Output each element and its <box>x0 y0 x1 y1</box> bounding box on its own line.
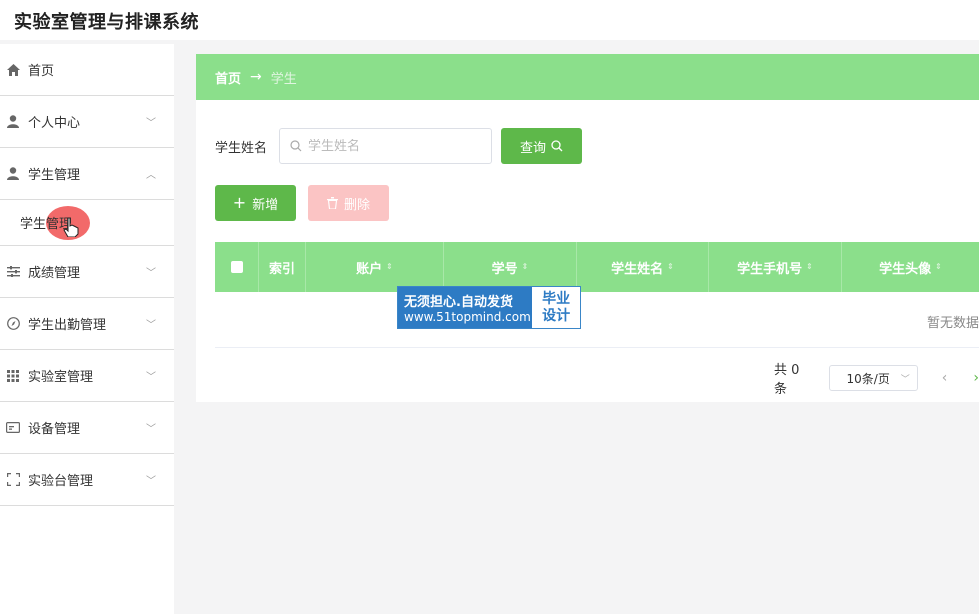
breadcrumb: 首页 → 学生 <box>196 54 979 100</box>
chevron-down-icon: ﹀ <box>146 118 156 129</box>
sidebar-item-label: 实验室管理 <box>28 370 94 385</box>
sidebar-item-home[interactable]: 首页 <box>0 44 174 96</box>
sidebar-item-label: 学生出勤管理 <box>28 318 107 333</box>
sidebar-item-workbench-management[interactable]: 实验台管理 ﹀ <box>0 454 174 506</box>
pagination: 共 0 条 10条/页 ﹀ ‹ › <box>774 359 979 397</box>
search-label: 学生姓名 <box>215 140 268 156</box>
sort-icon[interactable]: ⇕ <box>386 263 393 271</box>
grid-icon <box>6 369 20 383</box>
sidebar-item-equipment-management[interactable]: 设备管理 ﹀ <box>0 402 174 454</box>
search-box[interactable] <box>279 128 493 164</box>
column-header[interactable]: 学号 ⇕ <box>444 242 577 292</box>
sort-icon[interactable]: ⇕ <box>522 263 529 271</box>
watermark-right1: 毕业 <box>542 290 571 307</box>
sidebar-item-label: 首页 <box>28 64 55 79</box>
column-header[interactable]: 账户 ⇕ <box>306 242 444 292</box>
column-header: 索引 <box>259 242 306 292</box>
watermark-line1: 无须担心.自动发货 <box>404 295 513 310</box>
card-icon <box>6 421 20 435</box>
add-button-label: 新增 <box>252 197 279 213</box>
chevron-up-icon: ︿ <box>146 170 156 181</box>
select-all-cell[interactable] <box>215 242 259 292</box>
hand-cursor-icon <box>63 217 79 238</box>
sidebar-subitem-student-management[interactable]: 学生管理 <box>0 200 174 246</box>
search-icon <box>290 140 302 152</box>
compass-icon <box>6 317 20 331</box>
sidebar-item-attendance-management[interactable]: 学生出勤管理 ﹀ <box>0 298 174 350</box>
frame-icon <box>6 473 20 487</box>
search-button[interactable]: 查询 <box>501 128 583 164</box>
chevron-down-icon: ﹀ <box>146 424 156 435</box>
chevron-down-icon: ﹀ <box>146 320 156 331</box>
total-count: 共 0 条 <box>774 363 800 397</box>
trash-icon <box>326 197 338 209</box>
plus-icon: + <box>232 193 247 212</box>
page-size-value: 10条/页 <box>846 371 890 386</box>
chevron-down-icon: ﹀ <box>146 476 156 487</box>
user-icon <box>6 115 20 129</box>
sort-icon[interactable]: ⇕ <box>667 263 674 271</box>
column-header[interactable]: 学生姓名 ⇕ <box>577 242 709 292</box>
sliders-icon <box>6 265 20 279</box>
sort-icon[interactable]: ⇕ <box>806 263 813 271</box>
user-icon <box>6 167 20 181</box>
chevron-down-icon: ﹀ <box>900 375 910 385</box>
select-all-checkbox[interactable] <box>230 261 243 273</box>
sidebar-item-grade-management[interactable]: 成绩管理 ﹀ <box>0 246 174 298</box>
prev-page-icon[interactable]: ‹ <box>942 370 948 386</box>
watermark-line2: www.51topmind.com <box>404 310 531 324</box>
app-title: 实验室管理与排课系统 <box>14 12 199 33</box>
sidebar-item-personal-center[interactable]: 个人中心 ﹀ <box>0 96 174 148</box>
breadcrumb-home[interactable]: 首页 <box>215 68 241 87</box>
student-name-input[interactable] <box>308 138 479 154</box>
add-button[interactable]: + 新增 <box>215 185 296 221</box>
table-empty-row: 暂无数据 <box>215 292 979 348</box>
home-icon <box>6 63 20 77</box>
sidebar-item-student-management[interactable]: 学生管理 ︿ <box>0 148 174 200</box>
search-button-label: 查询 <box>520 140 547 156</box>
column-header[interactable]: 学生头像 ⇕ <box>842 242 979 292</box>
chevron-down-icon: ﹀ <box>146 268 156 279</box>
sidebar-item-label: 学生管理 <box>28 168 81 183</box>
page-size-select[interactable]: 10条/页 ﹀ <box>828 365 918 391</box>
delete-button[interactable]: 删除 <box>308 185 389 221</box>
column-header[interactable]: 学生手机号 ⇕ <box>709 242 842 292</box>
main-panel: 首页 → 学生 学生姓名 查询 + 新增 删除 索引 账户⇕ 学号⇕ 学生姓名 <box>196 54 979 402</box>
watermark-right2: 设计 <box>542 307 571 324</box>
sidebar-item-label: 实验台管理 <box>28 474 94 489</box>
top-bar: 实验室管理与排课系统 <box>0 0 979 40</box>
empty-text: 暂无数据 <box>926 316 979 331</box>
delete-button-label: 删除 <box>343 197 370 213</box>
next-page-icon[interactable]: › <box>973 370 979 386</box>
sidebar-item-label: 设备管理 <box>28 422 81 437</box>
watermark: 无须担心.自动发货 www.51topmind.com 毕业 设计 <box>397 286 581 329</box>
breadcrumb-current: 学生 <box>270 71 297 87</box>
sort-icon[interactable]: ⇕ <box>935 263 942 271</box>
sidebar-item-label: 成绩管理 <box>28 266 81 281</box>
sidebar-item-lab-management[interactable]: 实验室管理 ﹀ <box>0 350 174 402</box>
breadcrumb-arrow-icon: → <box>250 69 262 85</box>
search-row: 学生姓名 查询 <box>215 128 583 164</box>
student-table: 索引 账户 ⇕ 学号 ⇕ 学生姓名 ⇕ 学生手机号 ⇕ 学生头像 ⇕ 暂无数据 <box>215 242 979 348</box>
action-row: + 新增 删除 <box>215 185 389 221</box>
table-header: 索引 账户 ⇕ 学号 ⇕ 学生姓名 ⇕ 学生手机号 ⇕ 学生头像 ⇕ <box>215 242 979 292</box>
sidebar: 首页 个人中心 ﹀ 学生管理 ︿ 学生管理 成绩管理 ﹀ 学生出勤管理 ﹀ 实验… <box>0 44 174 614</box>
sidebar-item-label: 个人中心 <box>28 116 81 131</box>
search-icon <box>551 140 563 152</box>
chevron-down-icon: ﹀ <box>146 372 156 383</box>
watermark-left: 无须担心.自动发货 www.51topmind.com <box>398 287 533 328</box>
watermark-right: 毕业 设计 <box>532 287 580 328</box>
